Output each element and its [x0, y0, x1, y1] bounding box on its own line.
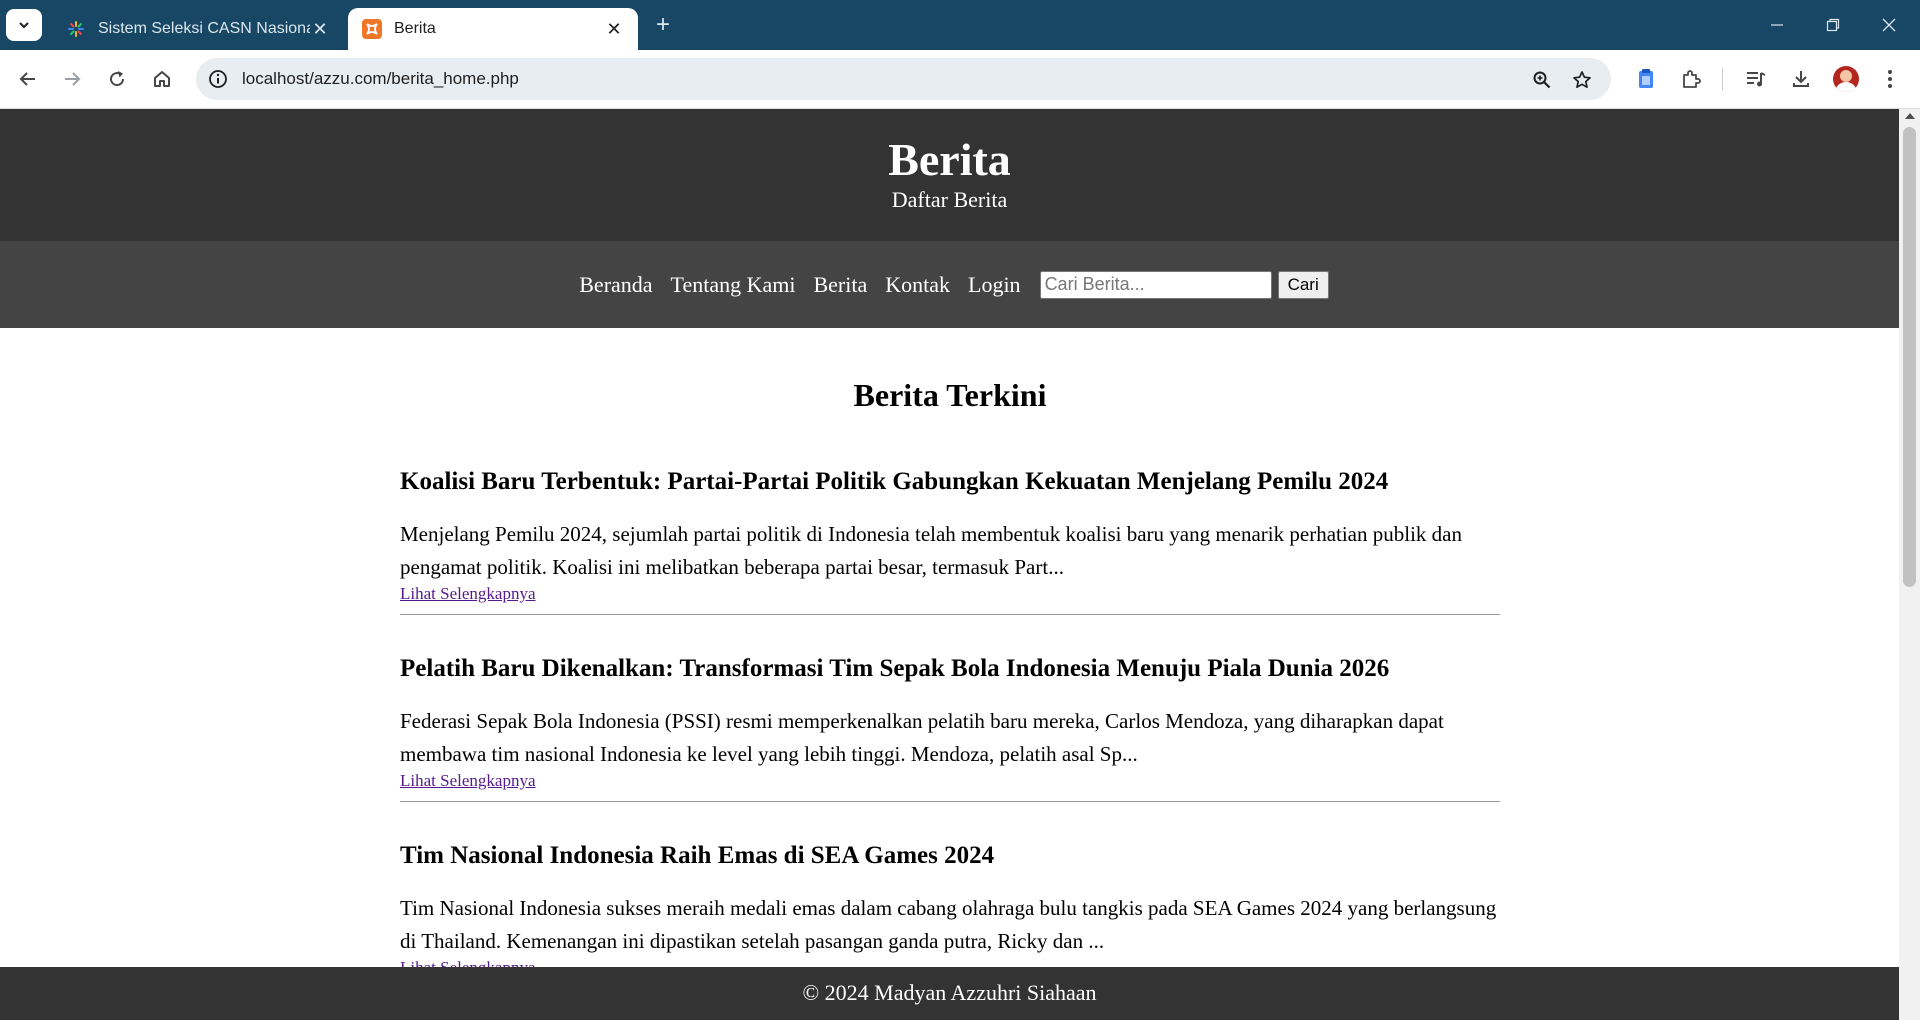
site-footer: © 2024 Madyan Azzuhri Siahaan [0, 967, 1899, 1020]
news-article: Koalisi Baru Terbentuk: Partai-Partai Po… [400, 466, 1500, 615]
close-window-icon [1882, 18, 1896, 32]
tab-search-icon [19, 22, 29, 29]
page-title: Berita [888, 134, 1011, 185]
minimize-icon [1771, 24, 1783, 26]
new-tab-button[interactable]: + [650, 12, 676, 38]
page-subtitle: Daftar Berita [891, 187, 1008, 212]
read-more-link[interactable]: Lihat Selengkapnya [400, 584, 536, 604]
article-excerpt: Federasi Sepak Bola Indonesia (PSSI) res… [400, 709, 1444, 766]
download-icon [1793, 71, 1809, 87]
tab-search-button[interactable] [6, 9, 42, 41]
news-article: Tim Nasional Indonesia Raih Emas di SEA … [400, 840, 1500, 977]
scrollbar-thumb[interactable] [1903, 127, 1916, 587]
avatar [1833, 66, 1859, 92]
site-info-button[interactable] [204, 65, 232, 93]
nav-link-login[interactable]: Login [968, 272, 1021, 298]
close-window-button[interactable] [1866, 10, 1912, 40]
tab-title: Sistem Seleksi CASN Nasional [98, 20, 310, 37]
media-control-button[interactable] [1740, 63, 1772, 95]
nav-link-tentang-kami[interactable]: Tentang Kami [671, 272, 796, 298]
section-title: Berita Terkini [853, 377, 1047, 413]
tab-close-icon[interactable]: ✕ [310, 19, 330, 39]
home-icon [154, 71, 170, 87]
article-title: Tim Nasional Indonesia Raih Emas di SEA … [400, 842, 995, 869]
article-title: Koalisi Baru Terbentuk: Partai-Partai Po… [400, 468, 1389, 495]
menu-icon [1888, 70, 1892, 88]
article-divider [400, 614, 1500, 615]
page-viewport: Berita Daftar Berita Beranda Tentang Kam… [0, 109, 1899, 1020]
nav-link-kontak[interactable]: Kontak [885, 272, 950, 298]
download-button[interactable] [1785, 63, 1817, 95]
zoom-icon [1533, 71, 1551, 89]
site-header: Berita Daftar Berita [0, 109, 1899, 241]
tab-title: Berita [394, 20, 436, 37]
scroll-up-arrow-icon[interactable] [1905, 113, 1915, 119]
reload-icon [110, 71, 125, 87]
extensions-icon [1683, 70, 1701, 88]
extensions-button[interactable] [1675, 63, 1707, 95]
home-button[interactable] [146, 63, 178, 95]
site-info-icon [209, 70, 227, 88]
restore-button[interactable] [1810, 10, 1856, 40]
bookmark-star-icon [1573, 71, 1591, 89]
reload-button[interactable] [101, 63, 133, 95]
search-input[interactable] [1039, 270, 1272, 299]
site-nav: Beranda Tentang Kami Berita Kontak Login… [0, 241, 1899, 328]
browser-tab-bar: Sistem Seleksi CASN Nasional ✕ Berita ✕ … [0, 0, 1920, 50]
casn-favicon-icon [66, 19, 86, 39]
zoom-button[interactable] [1529, 67, 1555, 93]
browser-toolbar: localhost/azzu.com/berita_home.php [0, 50, 1920, 109]
forward-button[interactable] [56, 63, 88, 95]
tab-close-icon[interactable]: ✕ [604, 19, 624, 39]
back-icon [19, 72, 35, 86]
article-divider [400, 801, 1500, 802]
address-bar[interactable]: localhost/azzu.com/berita_home.php [196, 58, 1611, 100]
news-article: Pelatih Baru Dikenalkan: Transformasi Ti… [400, 653, 1500, 802]
restore-icon [1826, 18, 1840, 32]
forward-icon [65, 72, 81, 86]
url-text[interactable]: localhost/azzu.com/berita_home.php [242, 58, 519, 100]
article-excerpt: Tim Nasional Indonesia sukses meraih med… [400, 896, 1497, 953]
read-more-link[interactable]: Lihat Selengkapnya [400, 771, 536, 791]
clipboard-icon [1639, 69, 1653, 88]
nav-link-berita[interactable]: Berita [813, 272, 867, 298]
toolbar-separator [1722, 68, 1723, 90]
search-form: Cari [1039, 270, 1329, 299]
browser-menu-button[interactable] [1874, 63, 1906, 95]
profile-button[interactable] [1830, 63, 1862, 95]
minimize-button[interactable] [1754, 10, 1800, 40]
clipboard-extension-button[interactable] [1630, 63, 1662, 95]
tab-casn[interactable]: Sistem Seleksi CASN Nasional ✕ [52, 8, 344, 50]
nav-link-beranda[interactable]: Beranda [579, 272, 652, 298]
article-title: Pelatih Baru Dikenalkan: Transformasi Ti… [400, 655, 1390, 682]
tab-berita[interactable]: Berita ✕ [348, 8, 638, 50]
xampp-favicon-icon [362, 19, 382, 39]
page-scrollbar[interactable] [1899, 109, 1920, 1020]
media-icon [1747, 72, 1766, 87]
back-button[interactable] [12, 63, 44, 95]
search-button[interactable]: Cari [1277, 270, 1329, 299]
bookmark-button[interactable] [1569, 67, 1595, 93]
article-excerpt: Menjelang Pemilu 2024, sejumlah partai p… [400, 522, 1462, 579]
